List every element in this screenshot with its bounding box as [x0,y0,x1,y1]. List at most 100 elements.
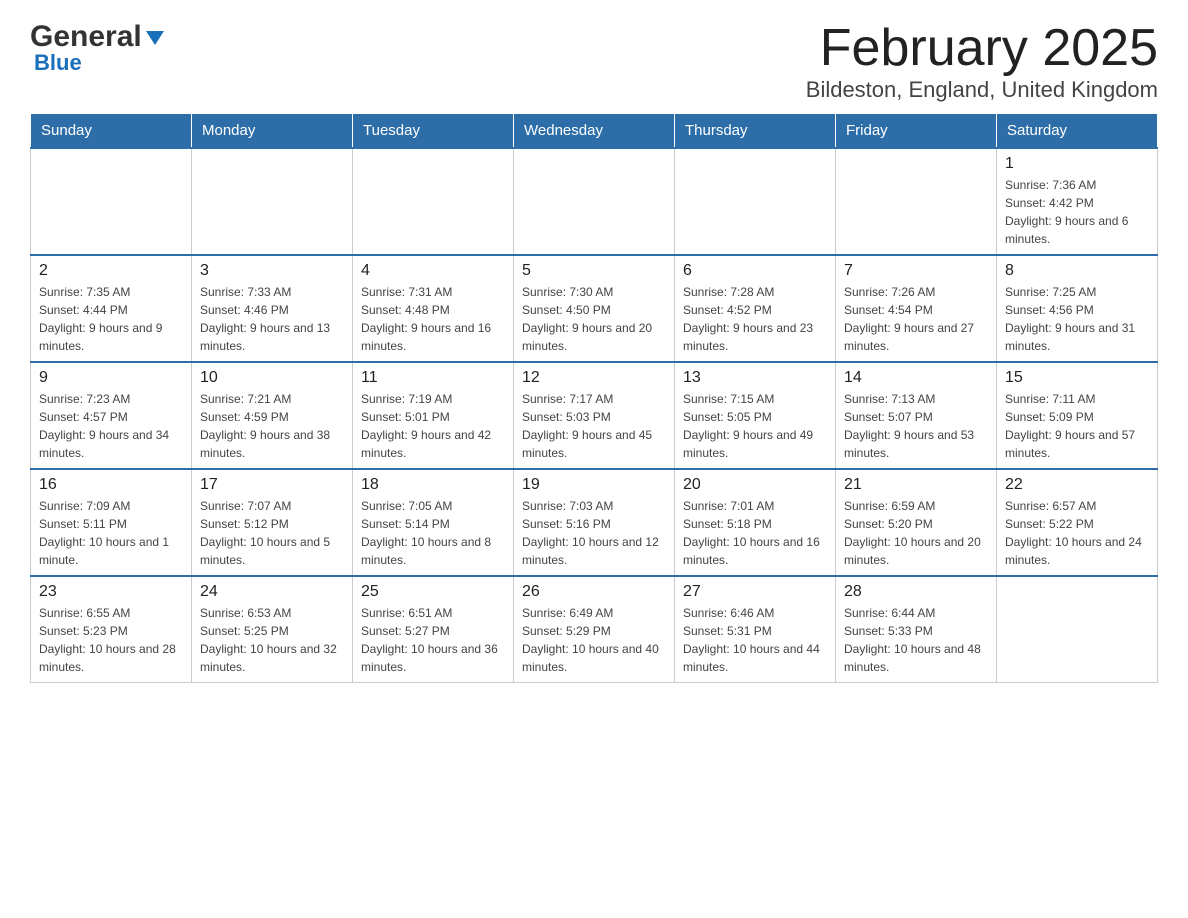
day-info: Sunrise: 7:25 AMSunset: 4:56 PMDaylight:… [1005,283,1149,355]
day-number: 9 [39,369,183,387]
week-row-5: 23 Sunrise: 6:55 AMSunset: 5:23 PMDayligh… [31,576,1158,683]
day-cell-w5-d7 [997,576,1158,683]
day-info: Sunrise: 6:44 AMSunset: 5:33 PMDaylight:… [844,604,988,676]
day-cell-w4-d6: 21Sunrise: 6:59 AMSunset: 5:20 PMDayligh… [836,469,997,576]
day-cell-w3-d6: 14 Sunrise: 7:13 AMSunset: 5:07 PMDayligh… [836,362,997,469]
day-cell-w4-d5: 20 Sunrise: 7:01 AMSunset: 5:18 PMDayligh… [675,469,836,576]
day-cell-w3-d4: 12 Sunrise: 7:17 AMSunset: 5:03 PMDayligh… [514,362,675,469]
header-sunday: Sunday [31,114,192,149]
day-info: Sunrise: 7:15 AMSunset: 5:05 PMDaylight:… [683,390,827,462]
week-row-3: 9 Sunrise: 7:23 AMSunset: 4:57 PMDaylight… [31,362,1158,469]
day-number: 4 [361,262,505,280]
day-number: 25 [361,583,505,601]
header-thursday: Thursday [675,114,836,149]
day-cell-w1-d3 [353,148,514,255]
week-row-4: 16 Sunrise: 7:09 AMSunset: 5:11 PMDayligh… [31,469,1158,576]
day-cell-w2-d6: 7 Sunrise: 7:26 AMSunset: 4:54 PMDaylight… [836,255,997,362]
page-header: General Blue February 2025 Bildeston, En… [30,20,1158,103]
day-number: 17 [200,476,344,494]
day-number: 15 [1005,369,1149,387]
day-number: 16 [39,476,183,494]
day-info: Sunrise: 7:30 AMSunset: 4:50 PMDaylight:… [522,283,666,355]
day-number: 12 [522,369,666,387]
day-number: 10 [200,369,344,387]
day-cell-w5-d6: 28 Sunrise: 6:44 AMSunset: 5:33 PMDayligh… [836,576,997,683]
day-info: Sunrise: 7:26 AMSunset: 4:54 PMDaylight:… [844,283,988,355]
day-cell-w5-d4: 26 Sunrise: 6:49 AMSunset: 5:29 PMDayligh… [514,576,675,683]
day-number: 5 [522,262,666,280]
day-info: Sunrise: 7:13 AMSunset: 5:07 PMDaylight:… [844,390,988,462]
day-info: Sunrise: 7:07 AMSunset: 5:12 PMDaylight:… [200,497,344,569]
day-number: 18 [361,476,505,494]
logo-arrow-icon [144,27,166,49]
header-tuesday: Tuesday [353,114,514,149]
header-monday: Monday [192,114,353,149]
day-number: 8 [1005,262,1149,280]
day-info: Sunrise: 7:21 AMSunset: 4:59 PMDaylight:… [200,390,344,462]
day-cell-w5-d3: 25 Sunrise: 6:51 AMSunset: 5:27 PMDayligh… [353,576,514,683]
day-number: 11 [361,369,505,387]
day-number: 22 [1005,476,1149,494]
day-number: 1 [1005,155,1149,173]
day-cell-w2-d3: 4 Sunrise: 7:31 AMSunset: 4:48 PMDaylight… [353,255,514,362]
day-cell-w4-d2: 17 Sunrise: 7:07 AMSunset: 5:12 PMDayligh… [192,469,353,576]
day-cell-w5-d1: 23 Sunrise: 6:55 AMSunset: 5:23 PMDayligh… [31,576,192,683]
day-number: 13 [683,369,827,387]
day-number: 6 [683,262,827,280]
day-cell-w2-d2: 3 Sunrise: 7:33 AMSunset: 4:46 PMDaylight… [192,255,353,362]
day-info: Sunrise: 6:49 AMSunset: 5:29 PMDaylight:… [522,604,666,676]
day-number: 14 [844,369,988,387]
header-saturday: Saturday [997,114,1158,149]
day-info: Sunrise: 7:31 AMSunset: 4:48 PMDaylight:… [361,283,505,355]
calendar-subtitle: Bildeston, England, United Kingdom [806,77,1158,103]
day-number: 19 [522,476,666,494]
day-number: 2 [39,262,183,280]
day-cell-w1-d4 [514,148,675,255]
day-cell-w3-d5: 13 Sunrise: 7:15 AMSunset: 5:05 PMDayligh… [675,362,836,469]
day-info: Sunrise: 7:33 AMSunset: 4:46 PMDaylight:… [200,283,344,355]
day-cell-w5-d2: 24Sunrise: 6:53 AMSunset: 5:25 PMDayligh… [192,576,353,683]
day-cell-w2-d5: 6 Sunrise: 7:28 AMSunset: 4:52 PMDaylight… [675,255,836,362]
day-cell-w5-d5: 27Sunrise: 6:46 AMSunset: 5:31 PMDayligh… [675,576,836,683]
calendar-header-row: Sunday Monday Tuesday Wednesday Thursday… [31,114,1158,149]
day-cell-w2-d4: 5 Sunrise: 7:30 AMSunset: 4:50 PMDaylight… [514,255,675,362]
day-cell-w1-d1 [31,148,192,255]
day-info: Sunrise: 7:23 AMSunset: 4:57 PMDaylight:… [39,390,183,462]
day-number: 21 [844,476,988,494]
day-cell-w3-d1: 9 Sunrise: 7:23 AMSunset: 4:57 PMDaylight… [31,362,192,469]
day-cell-w1-d5 [675,148,836,255]
day-cell-w2-d7: 8 Sunrise: 7:25 AMSunset: 4:56 PMDaylight… [997,255,1158,362]
day-info: Sunrise: 6:55 AMSunset: 5:23 PMDaylight:… [39,604,183,676]
day-info: Sunrise: 6:51 AMSunset: 5:27 PMDaylight:… [361,604,505,676]
day-cell-w1-d7: 1 Sunrise: 7:36 AMSunset: 4:42 PMDaylight… [997,148,1158,255]
day-info: Sunrise: 7:01 AMSunset: 5:18 PMDaylight:… [683,497,827,569]
day-info: Sunrise: 7:03 AMSunset: 5:16 PMDaylight:… [522,497,666,569]
day-number: 3 [200,262,344,280]
day-info: Sunrise: 7:35 AMSunset: 4:44 PMDaylight:… [39,283,183,355]
day-cell-w3-d2: 10 Sunrise: 7:21 AMSunset: 4:59 PMDayligh… [192,362,353,469]
day-number: 23 [39,583,183,601]
day-info: Sunrise: 7:09 AMSunset: 5:11 PMDaylight:… [39,497,183,569]
day-cell-w3-d7: 15 Sunrise: 7:11 AMSunset: 5:09 PMDayligh… [997,362,1158,469]
day-number: 28 [844,583,988,601]
header-friday: Friday [836,114,997,149]
day-number: 27 [683,583,827,601]
day-info: Sunrise: 7:36 AMSunset: 4:42 PMDaylight:… [1005,176,1149,248]
logo-general-text: General [30,20,142,54]
day-info: Sunrise: 7:05 AMSunset: 5:14 PMDaylight:… [361,497,505,569]
day-cell-w4-d3: 18 Sunrise: 7:05 AMSunset: 5:14 PMDayligh… [353,469,514,576]
day-info: Sunrise: 7:17 AMSunset: 5:03 PMDaylight:… [522,390,666,462]
day-info: Sunrise: 7:28 AMSunset: 4:52 PMDaylight:… [683,283,827,355]
day-cell-w4-d4: 19 Sunrise: 7:03 AMSunset: 5:16 PMDayligh… [514,469,675,576]
day-number: 26 [522,583,666,601]
day-info: Sunrise: 6:53 AMSunset: 5:25 PMDaylight:… [200,604,344,676]
calendar-table: Sunday Monday Tuesday Wednesday Thursday… [30,113,1158,683]
day-cell-w1-d6 [836,148,997,255]
day-info: Sunrise: 7:11 AMSunset: 5:09 PMDaylight:… [1005,390,1149,462]
day-number: 20 [683,476,827,494]
week-row-2: 2 Sunrise: 7:35 AMSunset: 4:44 PMDaylight… [31,255,1158,362]
logo: General Blue [30,20,166,76]
day-number: 7 [844,262,988,280]
day-info: Sunrise: 7:19 AMSunset: 5:01 PMDaylight:… [361,390,505,462]
day-cell-w1-d2 [192,148,353,255]
